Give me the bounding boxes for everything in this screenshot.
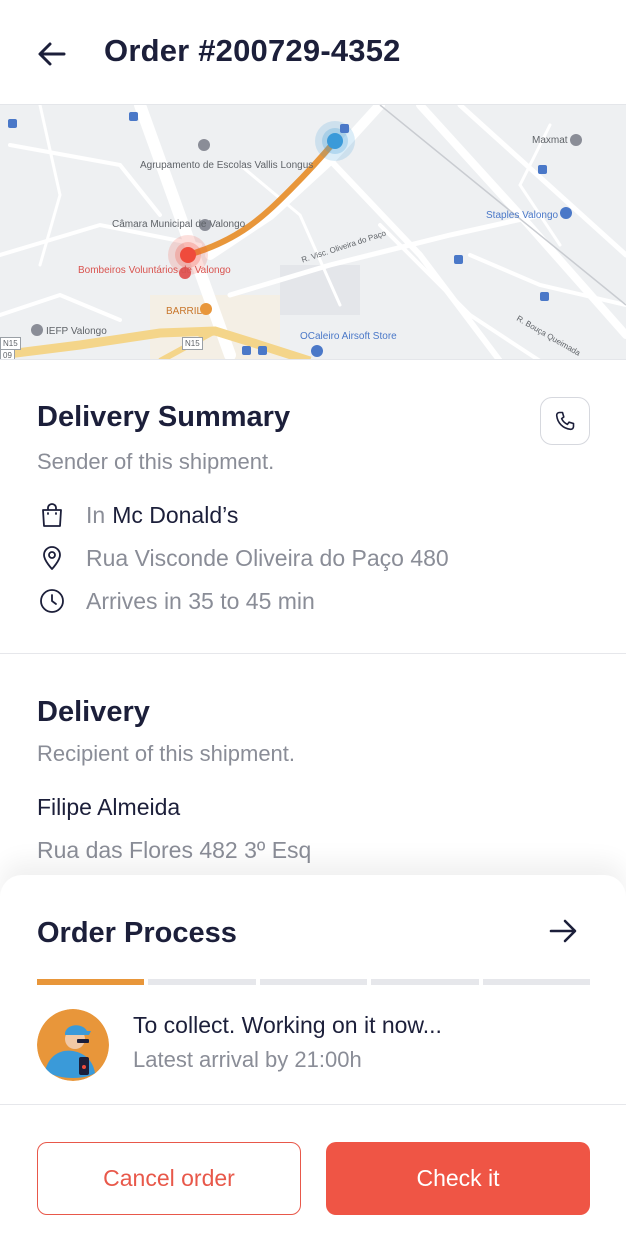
progress-segment <box>37 979 145 985</box>
check-it-button[interactable]: Check it <box>326 1142 590 1215</box>
recipient-address: Rua das Flores 482 3º Esq <box>37 837 312 863</box>
call-button[interactable] <box>540 397 590 445</box>
map-label-barril: BARRIL <box>166 306 203 317</box>
progress-segment <box>371 979 479 985</box>
progress-segment <box>259 979 368 985</box>
eta-row: Arrives in 35 to 45 min <box>37 586 315 616</box>
courier-avatar <box>37 1009 109 1081</box>
map-label-n15: N15 <box>182 337 203 350</box>
delivery-summary-subtitle: Sender of this shipment. <box>37 449 275 474</box>
arrow-left-icon <box>38 42 66 66</box>
eta-text: Arrives in 35 to 45 min <box>86 587 315 614</box>
route-map[interactable]: Agrupamento de Escolas Vallis Longus Câm… <box>0 104 626 360</box>
delivery-title: Delivery <box>37 696 150 728</box>
page-title: Order #200729-4352 <box>104 33 401 68</box>
map-label-ocaleiro: OCaleiro Airsoft Store <box>300 331 397 342</box>
order-process-title: Order Process <box>37 917 237 949</box>
clock-icon <box>37 586 67 616</box>
map-label-maxmat: Maxmat <box>532 135 568 146</box>
order-process-sheet: Order Process To collect. Working on it … <box>0 875 626 1252</box>
shopping-bag-icon <box>37 500 67 530</box>
order-status: To collect. Working on it now... <box>133 1012 442 1038</box>
map-label-iefp: IEFP Valongo <box>46 326 107 337</box>
map-label-agrupamento: Agrupamento de Escolas Vallis Longus <box>140 160 314 171</box>
back-button[interactable] <box>32 34 72 74</box>
app-header: Order #200729-4352 <box>0 0 626 104</box>
delivery-subtitle: Recipient of this shipment. <box>37 741 296 766</box>
phone-icon <box>555 411 575 431</box>
latest-arrival: Latest arrival by 21:00h <box>133 1047 362 1072</box>
sender-address: Rua Visconde Oliveira do Paço 480 <box>86 544 449 571</box>
cancel-order-button[interactable]: Cancel order <box>37 1142 301 1215</box>
arrow-right-icon <box>549 919 577 943</box>
map-label-bombeiros: Bombeiros Voluntários de Valongo <box>78 265 231 276</box>
store-row: In Mc Donald’s <box>37 500 238 530</box>
delivery-summary-title: Delivery Summary <box>37 401 291 433</box>
recipient-name: Filipe Almeida <box>37 794 181 820</box>
map-label-road-09: 09 <box>0 349 15 359</box>
order-progress-bar <box>37 979 591 985</box>
store-name: Mc Donald’s <box>112 501 239 528</box>
order-process-next-button[interactable] <box>543 911 583 951</box>
progress-segment <box>148 979 256 985</box>
sender-address-row: Rua Visconde Oliveira do Paço 480 <box>37 543 449 573</box>
progress-segment <box>482 979 591 985</box>
sheet-divider <box>0 1104 626 1105</box>
map-label-staples: Staples Valongo <box>486 210 559 221</box>
section-divider <box>0 653 626 654</box>
location-pin-icon <box>37 543 67 573</box>
map-label-camara: Câmara Municipal de Valongo <box>112 219 246 230</box>
store-prefix: In <box>86 501 106 528</box>
